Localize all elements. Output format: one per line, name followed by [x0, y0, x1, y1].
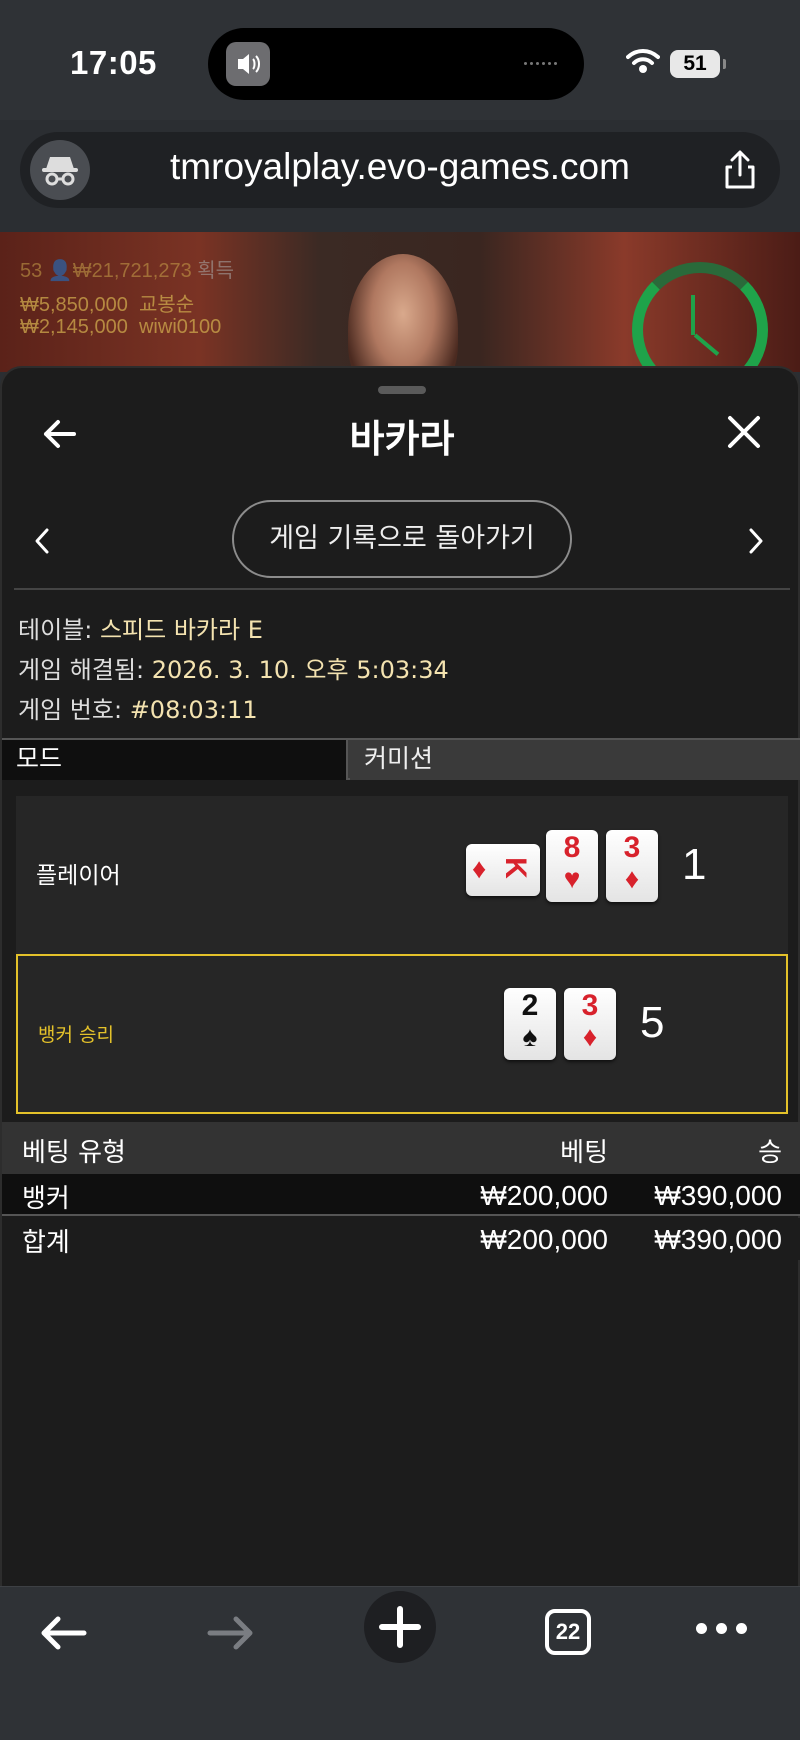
- island-dots: [524, 62, 564, 66]
- divider: [14, 588, 790, 590]
- battery-icon: 51: [670, 50, 726, 78]
- playing-card: 3 ♦: [564, 988, 616, 1060]
- player-score: 1: [682, 840, 707, 889]
- wifi-icon: [626, 48, 660, 78]
- bet-type-header: 베팅 유형: [22, 1138, 126, 1168]
- bet-amount-header: 베팅: [560, 1138, 608, 1168]
- banker-win-label: 뱅커 승리: [38, 1024, 114, 1046]
- playing-card: 3 ♦: [606, 830, 658, 902]
- game-detail-sheet: 바카라 게임 기록으로 돌아가기 테이블: 스피드 바카라 E 게임 해결됨: …: [0, 366, 800, 1586]
- playing-card: ♦ K: [466, 844, 540, 896]
- user-icon: 👤: [47, 260, 73, 282]
- player-label: 플레이어: [36, 863, 121, 889]
- chevron-left-icon[interactable]: [32, 526, 52, 560]
- incognito-icon[interactable]: [30, 140, 90, 200]
- tab-mode[interactable]: 모드: [2, 740, 348, 780]
- winner-row: ₩2,145,000 wiwi0100: [20, 316, 222, 338]
- chevron-right-icon[interactable]: [746, 526, 766, 560]
- table-info: 테이블: 스피드 바카라 E: [18, 616, 263, 644]
- win-amount-header: 승: [758, 1138, 782, 1168]
- more-icon[interactable]: [696, 1623, 756, 1634]
- playing-card: 2 ♠: [504, 988, 556, 1060]
- forward-icon[interactable]: [206, 1613, 256, 1657]
- bet-type-cell: 뱅커: [22, 1184, 70, 1214]
- win-amount-cell: ₩390,000: [654, 1180, 782, 1211]
- banker-score: 5: [640, 998, 665, 1047]
- address-bar[interactable]: tmroyalplay.evo-games.com: [20, 132, 780, 208]
- back-icon[interactable]: [38, 1613, 88, 1657]
- new-tab-button[interactable]: [364, 1591, 436, 1663]
- tabs-button[interactable]: 22: [545, 1609, 591, 1655]
- status-bar: 17:05 51: [0, 0, 800, 120]
- banker-result: 뱅커 승리 2 ♠ 3 ♦ 5: [16, 954, 788, 1114]
- sheet-title: 바카라: [349, 417, 455, 461]
- bets-table-header: 베팅 유형 베팅 승: [2, 1122, 800, 1174]
- total-label: 합계: [22, 1228, 70, 1258]
- close-icon[interactable]: [724, 412, 764, 452]
- bet-amount-cell: ₩200,000: [480, 1180, 608, 1211]
- share-icon[interactable]: [722, 150, 758, 194]
- dynamic-island: [208, 28, 584, 100]
- mode-tabs: 모드 커미션: [2, 738, 800, 780]
- tab-commission[interactable]: 커미션: [350, 740, 800, 780]
- total-win: ₩390,000: [654, 1224, 782, 1255]
- playing-card: 8 ♥: [546, 830, 598, 902]
- speaker-icon: [226, 42, 270, 86]
- sheet-grabber[interactable]: [378, 386, 426, 394]
- dealer-image: [348, 254, 458, 372]
- total-bet: ₩200,000: [480, 1224, 608, 1255]
- game-number-info: 게임 번호: #08:03:11: [18, 696, 258, 724]
- back-to-history-button[interactable]: 게임 기록으로 돌아가기: [232, 500, 572, 578]
- player-result: 플레이어 ♦ K 8 ♥ 3 ♦ 1: [16, 796, 788, 956]
- total-row: 합계 ₩200,000 ₩390,000: [2, 1218, 800, 1260]
- winner-row: ₩5,850,000 교봉순: [20, 294, 195, 316]
- status-time: 17:05: [70, 44, 157, 81]
- table-row: 뱅커 ₩200,000 ₩390,000: [2, 1174, 800, 1216]
- url-text[interactable]: tmroyalplay.evo-games.com: [115, 146, 685, 188]
- resolved-info: 게임 해결됨: 2026. 3. 10. 오후 5:03:34: [18, 656, 449, 684]
- winner-summary: 53 👤₩21,721,273 획득: [20, 260, 235, 282]
- plus-icon: [379, 1606, 421, 1648]
- browser-toolbar: 22: [0, 1586, 800, 1740]
